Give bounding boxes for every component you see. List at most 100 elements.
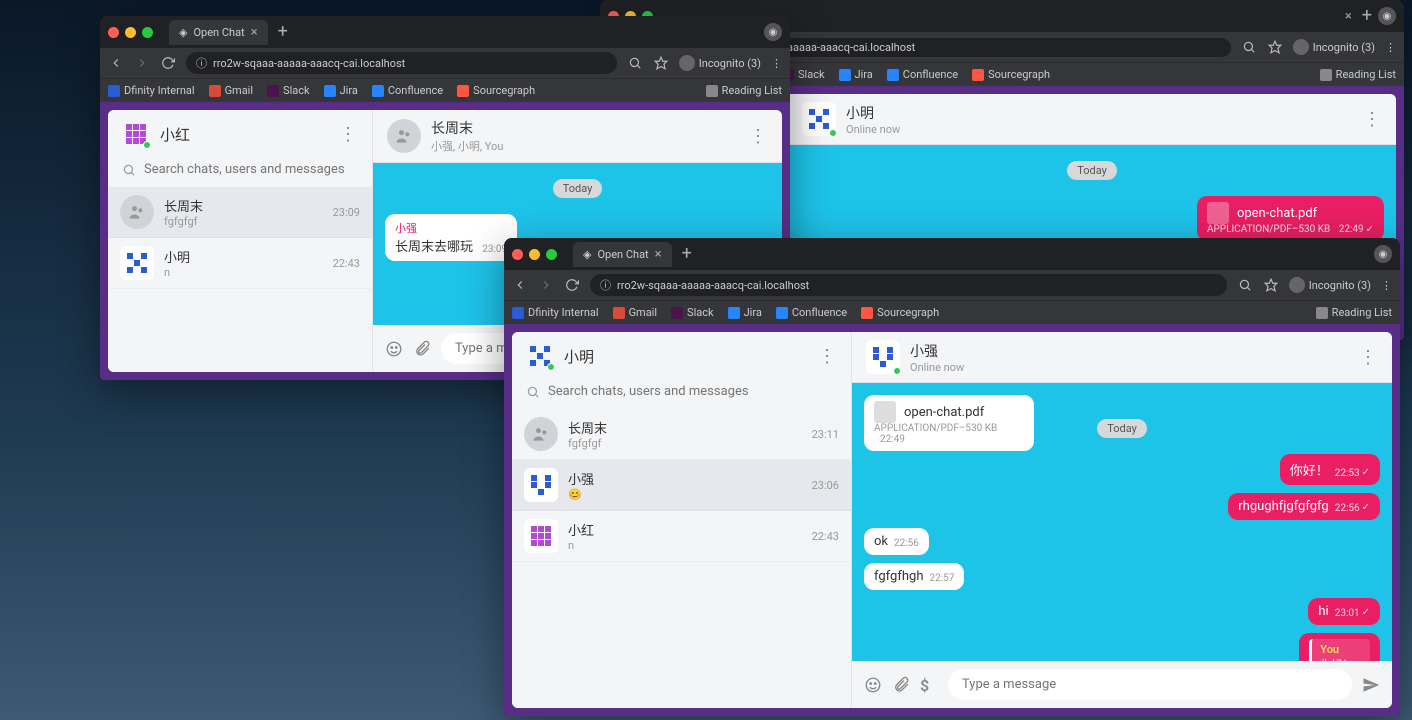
emoji-icon[interactable] <box>864 676 882 694</box>
bookmark-star-icon[interactable] <box>653 55 669 71</box>
search-icon[interactable] <box>1241 39 1257 55</box>
search-input[interactable] <box>548 384 837 399</box>
tab-title: Open Chat <box>193 26 244 39</box>
bookmark-jira[interactable]: Jira <box>324 84 358 97</box>
bookmark-slack[interactable]: Slack <box>267 84 310 97</box>
chat-item[interactable]: 长周末 fgfgfgf 23:11 <box>512 409 851 460</box>
profile-icon[interactable]: ◉ <box>1374 245 1392 263</box>
message-bubble[interactable]: 小强 长周末去哪玩 23:09 <box>385 214 517 261</box>
dollar-icon[interactable]: $ <box>920 676 938 694</box>
convo-title: 小明 <box>846 103 900 123</box>
back-icon[interactable] <box>108 55 124 71</box>
browser-menu-icon[interactable]: ⋮ <box>1381 279 1392 292</box>
new-tab-button[interactable]: + <box>278 23 288 41</box>
group-avatar-icon <box>524 417 558 451</box>
user-name: 小红 <box>160 124 190 145</box>
convo-subtitle: 小强, 小明, You <box>431 138 503 154</box>
emoji-icon[interactable] <box>385 340 403 358</box>
message-bubble[interactable]: open-chat.pdf APPLICATION/PDF–530 KB 22:… <box>864 395 1034 451</box>
bookmark-confluence[interactable]: Confluence <box>887 68 958 81</box>
search-icon[interactable] <box>1237 277 1253 293</box>
search-icon[interactable] <box>627 55 643 71</box>
date-pill: Today <box>553 179 603 198</box>
bookmark-dfinity[interactable]: Dfinity Internal <box>512 306 599 319</box>
lock-icon[interactable]: ⓘ <box>600 277 611 293</box>
lock-icon[interactable]: ⓘ <box>196 55 207 71</box>
incognito-badge[interactable]: Incognito (3) <box>679 55 761 71</box>
chat-item[interactable]: 小明 n 22:43 <box>108 238 372 289</box>
bookmark-slack[interactable]: Slack <box>671 306 714 319</box>
url-text[interactable]: rro2w-sqaaa-aaaaa-aaacq-cai.localhost <box>213 57 405 70</box>
convo-title: 小强 <box>910 341 964 361</box>
bookmark-sourcegraph[interactable]: Sourcegraph <box>972 68 1050 81</box>
close-tab-icon[interactable]: × <box>655 247 662 262</box>
message-bubble[interactable]: You 你好！ 😊 23:06✓ <box>1299 633 1380 661</box>
message-bubble[interactable]: rhgughfjgfgfgfg22:56✓ <box>1228 493 1380 520</box>
browser-menu-icon[interactable]: ⋮ <box>771 57 782 70</box>
convo-avatar <box>387 119 421 153</box>
bookmark-jira[interactable]: Jira <box>728 306 762 319</box>
message-bubble[interactable]: hi23:01✓ <box>1308 598 1380 625</box>
chat-avatar <box>120 246 154 280</box>
attachment-icon[interactable] <box>413 340 431 358</box>
user-avatar[interactable] <box>122 120 150 148</box>
bookmark-confluence[interactable]: Confluence <box>372 84 443 97</box>
close-tab-icon[interactable]: × <box>251 25 258 40</box>
forward-icon <box>134 55 150 71</box>
url-text[interactable]: a-aaaaa-aaacq-cai.localhost <box>778 41 915 54</box>
browser-menu-icon[interactable]: ⋮ <box>1385 41 1396 54</box>
message-bubble[interactable]: ok22:56 <box>864 528 929 555</box>
back-icon[interactable] <box>512 277 528 293</box>
reading-list-button[interactable]: Reading List <box>1320 68 1396 81</box>
bookmark-gmail[interactable]: Gmail <box>613 306 657 319</box>
compose-input[interactable] <box>948 669 1352 700</box>
user-avatar[interactable] <box>526 342 554 370</box>
url-text[interactable]: rro2w-sqaaa-aaaaa-aaacq-cai.localhost <box>617 279 809 292</box>
chat-item[interactable]: 长周末 fgfgfgf 23:09 <box>108 187 372 238</box>
new-tab-button[interactable]: + <box>1362 7 1372 25</box>
bookmark-dfinity[interactable]: Dfinity Internal <box>108 84 195 97</box>
tab[interactable]: ◈ Open Chat × <box>573 242 672 267</box>
message-bubble[interactable]: open-chat.pdf APPLICATION/PDF–530 KB 22:… <box>1197 196 1384 241</box>
convo-more-icon[interactable]: ⋮ <box>1363 109 1382 130</box>
date-pill: Today <box>1067 161 1117 180</box>
profile-icon[interactable]: ◉ <box>764 23 782 41</box>
more-icon[interactable]: ⋮ <box>339 124 358 145</box>
incognito-badge[interactable]: Incognito (3) <box>1293 39 1375 55</box>
bookmark-gmail[interactable]: Gmail <box>209 84 253 97</box>
bookmark-sourcegraph[interactable]: Sourcegraph <box>861 306 939 319</box>
forward-icon <box>538 277 554 293</box>
more-icon[interactable]: ⋮ <box>818 346 837 367</box>
file-icon <box>874 401 896 423</box>
bookmark-confluence[interactable]: Confluence <box>776 306 847 319</box>
convo-avatar <box>866 340 900 374</box>
reload-icon[interactable] <box>160 55 176 71</box>
message-bubble[interactable]: 你好！22:53✓ <box>1280 454 1380 485</box>
convo-more-icon[interactable]: ⋮ <box>749 126 768 147</box>
convo-subtitle: Online now <box>910 361 964 374</box>
date-pill: Today <box>1097 419 1147 438</box>
new-tab-button[interactable]: + <box>682 245 692 263</box>
reading-list-button[interactable]: Reading List <box>1316 306 1392 319</box>
message-bubble[interactable]: fgfgfhgh22:57 <box>864 563 964 590</box>
chat-item[interactable]: 小强 😊 23:06 <box>512 460 851 511</box>
bookmark-star-icon[interactable] <box>1267 39 1283 55</box>
bookmark-jira[interactable]: Jira <box>839 68 873 81</box>
reading-list-button[interactable]: Reading List <box>706 84 782 97</box>
convo-more-icon[interactable]: ⋮ <box>1359 347 1378 368</box>
close-tab-icon[interactable]: × <box>1345 9 1352 24</box>
tab-title: Open Chat <box>597 248 648 261</box>
search-input[interactable] <box>144 162 358 177</box>
attachment-icon[interactable] <box>892 676 910 694</box>
bookmark-sourcegraph[interactable]: Sourcegraph <box>457 84 535 97</box>
chat-item[interactable]: 小红 n 22:43 <box>512 511 851 562</box>
tab[interactable]: ◈ Open Chat × <box>169 20 268 45</box>
bookmark-star-icon[interactable] <box>1263 277 1279 293</box>
convo-avatar <box>802 102 836 136</box>
profile-icon[interactable]: ◉ <box>1378 7 1396 25</box>
reload-icon[interactable] <box>564 277 580 293</box>
tab-favicon: ◈ <box>583 248 591 261</box>
incognito-badge[interactable]: Incognito (3) <box>1289 277 1371 293</box>
convo-subtitle: Online now <box>846 123 900 136</box>
send-icon[interactable] <box>1362 676 1380 694</box>
